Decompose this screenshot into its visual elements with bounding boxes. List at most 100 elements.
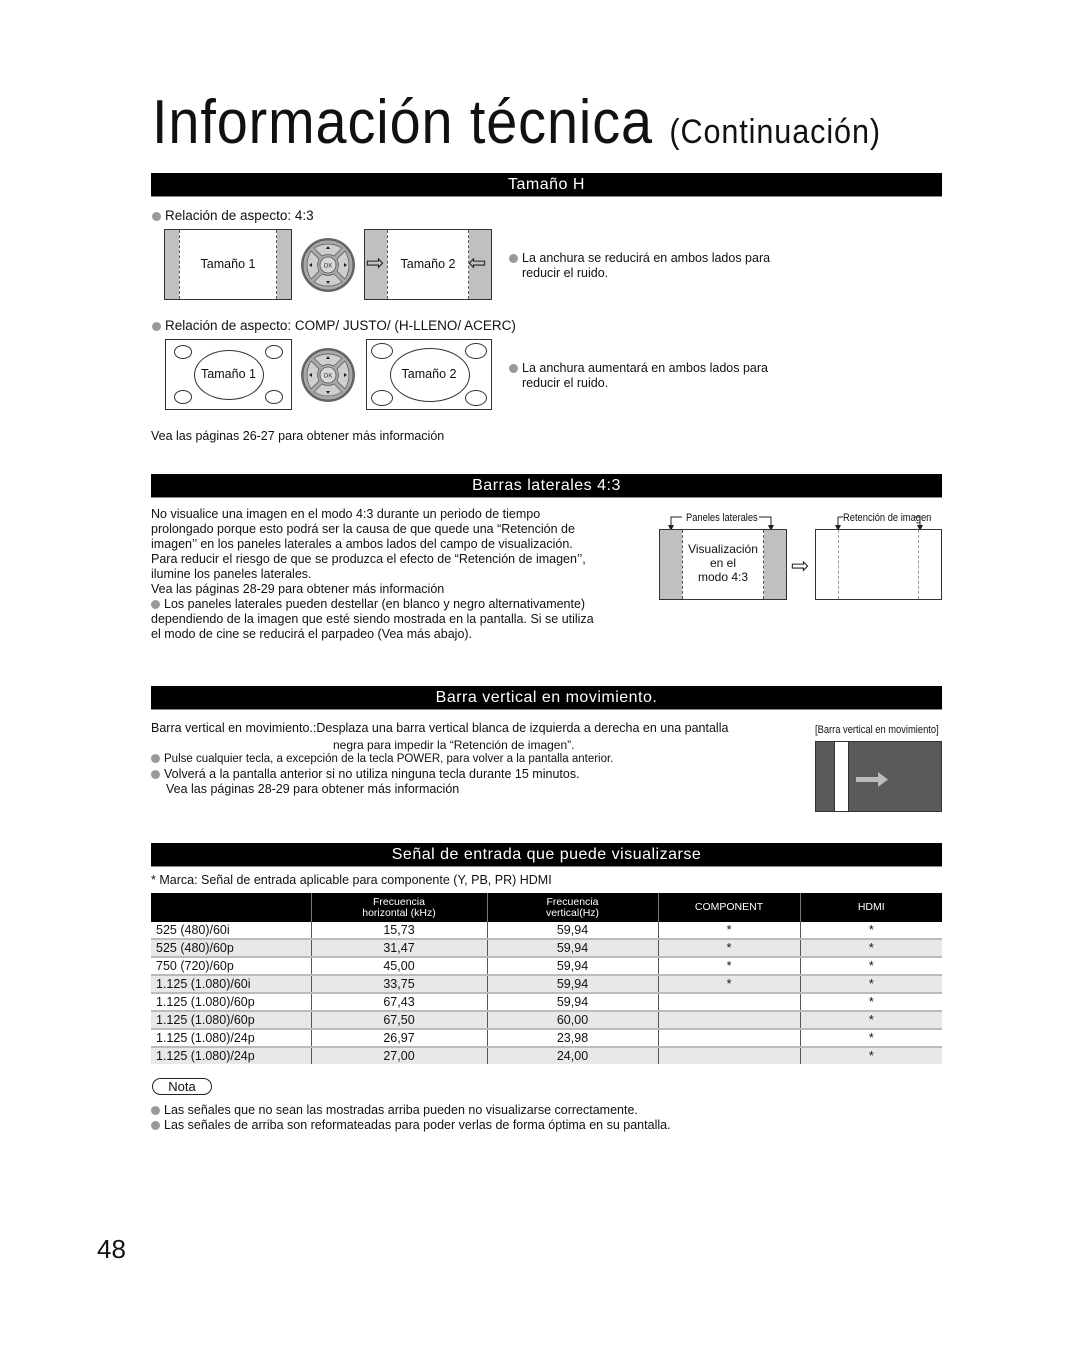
- screen-diagram-size2-comp: Tamaño 2: [366, 339, 492, 410]
- screen-label: Tamaño 1: [200, 257, 256, 271]
- circle-shape: [465, 343, 487, 359]
- label-line: en el: [709, 556, 737, 570]
- barras-laterales-paragraph: No visualice una imagen en el modo 4:3 d…: [151, 507, 594, 642]
- cell-signal: 1.125 (1.080)/60p: [151, 1010, 311, 1030]
- screen-label: Tamaño 2: [401, 367, 457, 381]
- page-title-suffix: (Continuación): [669, 113, 881, 151]
- table-header-row: Frecuencia horizontal (kHz) Frecuencia ver…: [151, 893, 942, 922]
- display-mode-label: Visualización en el modo 4:3: [660, 542, 786, 584]
- bullet-icon: [151, 754, 160, 763]
- nota-badge: Nota: [152, 1078, 212, 1095]
- cell-hdmi: *: [799, 922, 942, 940]
- cell-h: 31,47: [310, 938, 487, 958]
- section-heading-barra-vertical: Barra vertical en movimiento.: [151, 686, 942, 710]
- cell-v: 60,00: [486, 1010, 658, 1030]
- aspect-comp-label: Relación de aspecto: COMP/ JUSTO/ (H-LLE…: [152, 318, 516, 333]
- section-heading-barras-laterales: Barras laterales 4:3: [151, 474, 942, 498]
- page-title-text: Información técnica: [152, 88, 653, 157]
- screen-diagram-retention: [815, 529, 942, 600]
- cell-h: 45,00: [310, 956, 487, 976]
- page-title: Información técnica (Continuación): [152, 92, 881, 154]
- screen-diagram-43-mode: Visualización en el modo 4:3: [659, 529, 787, 600]
- cell-v: 59,94: [486, 956, 658, 976]
- bullet-text: Las señales que no sean las mostradas ar…: [164, 1103, 638, 1117]
- aspect-43-label: Relación de aspecto: 4:3: [152, 208, 314, 223]
- aspect-comp-label-text: Relación de aspecto: COMP/ JUSTO/ (H-LLE…: [165, 318, 516, 333]
- mark-note: * Marca: Señal de entrada aplicable para…: [151, 873, 552, 887]
- screen-diagram-size1-43: Tamaño 1: [164, 229, 292, 300]
- cell-v: 59,94: [486, 974, 658, 994]
- cell-component: *: [657, 938, 800, 958]
- cell-hdmi: *: [799, 956, 942, 976]
- table-row: 525 (480)/60i 15,73 59,94 * *: [151, 922, 942, 940]
- cell-v: 59,94: [486, 992, 658, 1012]
- circle-shape: [371, 343, 393, 359]
- barra-vertical-description: Barra vertical en movimiento.:Desplaza u…: [151, 721, 729, 735]
- bullet-text: Volverá a la pantalla anterior si no uti…: [164, 767, 580, 781]
- svg-text:OK: OK: [324, 264, 333, 270]
- paragraph-line: ilumine los paneles laterales.: [151, 567, 312, 581]
- table-row: 1.125 (1.080)/60p 67,43 59,94 *: [151, 992, 942, 1012]
- moving-bar-label: [Barra vertical en movimiento]: [815, 724, 939, 736]
- bullet-icon: [151, 1121, 160, 1130]
- table-row: 1.125 (1.080)/60i 33,75 59,94 * *: [151, 974, 942, 994]
- circle-shape: [174, 390, 192, 404]
- aspect-43-note: La anchura se reducirá en ambos lados pa…: [509, 251, 770, 281]
- table-row: 1.125 (1.080)/24p 26,97 23,98 *: [151, 1028, 942, 1048]
- cell-component: *: [657, 956, 800, 976]
- moving-bar-diagram: [815, 741, 942, 812]
- col-vertical-freq: Frecuencia vertical(Hz): [486, 893, 658, 922]
- circle-shape: [265, 345, 283, 359]
- cell-signal: 525 (480)/60p: [151, 938, 311, 958]
- signal-table: Frecuencia horizontal (kHz) Frecuencia ver…: [151, 893, 942, 1065]
- barra-vertical-bullet2: Volverá a la pantalla anterior si no uti…: [151, 767, 580, 782]
- cell-component: *: [657, 974, 800, 994]
- label-line: modo 4:3: [697, 570, 749, 584]
- cell-signal: 1.125 (1.080)/60p: [151, 992, 311, 1012]
- col-horizontal-freq: Frecuencia horizontal (kHz): [310, 893, 487, 922]
- arrow-right-icon: ⇨: [791, 553, 810, 578]
- screen-label: Tamaño 1: [201, 367, 256, 381]
- paragraph-line: Los paneles laterales pueden destellar (…: [164, 597, 586, 611]
- note-line: La anchura se reducirá en ambos lados pa…: [522, 251, 771, 265]
- header-text: vertical(Hz): [545, 906, 600, 919]
- white-vertical-bar: [834, 742, 849, 811]
- retention-line: [918, 530, 919, 599]
- cell-v: 59,94: [486, 938, 658, 958]
- barra-vertical-description-cont: negra para impedir la “Retención de imag…: [333, 738, 575, 752]
- cell-hdmi: *: [799, 1046, 942, 1065]
- cell-hdmi: *: [799, 992, 942, 1012]
- circle-shape: [465, 390, 487, 406]
- cell-component: [657, 1010, 800, 1030]
- paragraph-line: No visualice una imagen en el modo 4:3 d…: [151, 507, 541, 521]
- note-line: reducir el ruido.: [522, 376, 609, 390]
- cell-h: 27,00: [310, 1046, 487, 1065]
- circle-shape: [174, 345, 192, 359]
- paragraph-line: Vea las páginas 28-29 para obtener más i…: [151, 582, 445, 596]
- paragraph-line: prolongado porque esto podrá ser la caus…: [151, 522, 575, 536]
- arrow-left-icon: ⇦: [468, 250, 487, 275]
- aspect-43-label-text: Relación de aspecto: 4:3: [165, 208, 314, 223]
- cell-hdmi: *: [799, 1010, 942, 1030]
- cell-h: 67,43: [310, 992, 487, 1012]
- bullet-icon: [152, 212, 161, 221]
- table-row: 1.125 (1.080)/60p 67,50 60,00 *: [151, 1010, 942, 1030]
- cell-component: [657, 992, 800, 1012]
- bullet-icon: [151, 600, 160, 609]
- paragraph-line: Para reducir el riesgo de que se produzc…: [151, 552, 586, 566]
- cell-signal: 1.125 (1.080)/24p: [151, 1028, 311, 1048]
- nota-bullet1: Las señales que no sean las mostradas ar…: [151, 1103, 638, 1118]
- see-pages-26-27: Vea las páginas 26-27 para obtener más i…: [151, 429, 445, 443]
- cell-signal: 750 (720)/60p: [151, 956, 311, 976]
- bullet-icon: [509, 364, 518, 373]
- table-row: 750 (720)/60p 45,00 59,94 * *: [151, 956, 942, 976]
- cell-signal: 1.125 (1.080)/60i: [151, 974, 311, 994]
- cell-h: 67,50: [310, 1010, 487, 1030]
- cell-h: 26,97: [310, 1028, 487, 1048]
- cell-hdmi: *: [799, 974, 942, 994]
- cell-signal: 525 (480)/60i: [156, 923, 230, 938]
- paragraph-line: el modo de cine se reducirá el parpadeo …: [151, 627, 473, 641]
- circle-shape: [371, 390, 393, 406]
- barra-vertical-bullet1: Pulse cualquier tecla, a excepción de la…: [151, 752, 613, 767]
- header-text: horizontal (kHz): [362, 906, 436, 919]
